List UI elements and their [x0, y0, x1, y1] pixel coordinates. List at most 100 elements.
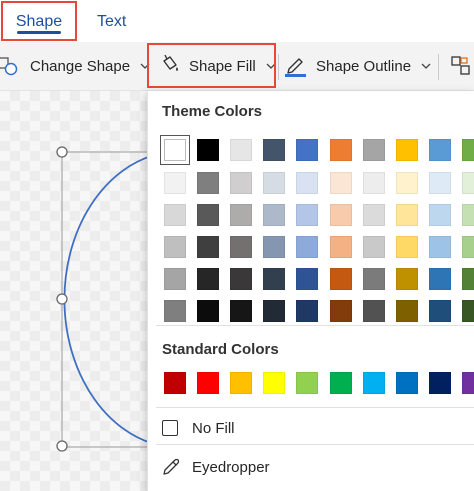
color-swatch[interactable]	[159, 135, 190, 165]
theme-color-row	[158, 199, 474, 231]
color-swatch[interactable]	[263, 236, 286, 258]
ribbon-tabs: Shape Text	[0, 0, 474, 42]
color-swatch[interactable]	[163, 236, 186, 258]
color-swatch[interactable]	[462, 139, 474, 161]
color-swatch[interactable]	[163, 172, 186, 194]
color-swatch[interactable]	[429, 172, 452, 194]
color-swatch[interactable]	[429, 236, 452, 258]
color-swatch[interactable]	[196, 300, 219, 322]
menu-divider	[156, 444, 474, 445]
color-swatch[interactable]	[395, 172, 418, 194]
arrange-icon[interactable]	[450, 55, 472, 77]
change-shape-label: Change Shape	[30, 57, 131, 75]
color-swatch[interactable]	[229, 139, 252, 161]
color-swatch[interactable]	[263, 372, 286, 394]
color-swatch[interactable]	[229, 236, 252, 258]
color-swatch[interactable]	[296, 236, 319, 258]
color-swatch[interactable]	[329, 372, 352, 394]
arc-shape	[63, 152, 160, 447]
theme-color-row	[158, 134, 474, 167]
color-swatch[interactable]	[362, 236, 385, 258]
color-swatch[interactable]	[462, 372, 474, 394]
color-swatch[interactable]	[429, 300, 452, 322]
color-swatch[interactable]	[429, 372, 452, 394]
color-swatch[interactable]	[196, 172, 219, 194]
selected-shape[interactable]	[0, 91, 160, 491]
toolbar-separator	[278, 54, 279, 80]
resize-handle[interactable]	[56, 146, 68, 158]
color-swatch[interactable]	[462, 300, 474, 322]
color-swatch[interactable]	[395, 139, 418, 161]
color-swatch[interactable]	[296, 300, 319, 322]
color-swatch[interactable]	[163, 204, 186, 226]
color-swatch[interactable]	[263, 204, 286, 226]
color-swatch[interactable]	[196, 268, 219, 290]
color-swatch[interactable]	[395, 372, 418, 394]
no-fill-option[interactable]: No Fill	[162, 415, 235, 441]
color-swatch[interactable]	[329, 300, 352, 322]
color-swatch[interactable]	[429, 204, 452, 226]
color-swatch[interactable]	[362, 204, 385, 226]
color-swatch[interactable]	[395, 300, 418, 322]
no-fill-label: No Fill	[192, 419, 235, 437]
color-swatch[interactable]	[362, 268, 385, 290]
theme-color-row	[158, 263, 474, 295]
resize-handle[interactable]	[56, 293, 68, 305]
color-swatch[interactable]	[329, 139, 352, 161]
shape-fill-dropdown: Theme Colors Standard Colors No Fill Eye…	[147, 91, 474, 491]
menu-divider	[156, 325, 474, 326]
resize-handle[interactable]	[56, 440, 68, 452]
color-swatch[interactable]	[163, 372, 186, 394]
change-shape-icon	[0, 57, 18, 76]
color-swatch[interactable]	[329, 236, 352, 258]
color-swatch[interactable]	[462, 268, 474, 290]
color-swatch[interactable]	[296, 372, 319, 394]
color-swatch[interactable]	[462, 172, 474, 194]
tab-text[interactable]: Text	[97, 0, 137, 38]
color-swatch[interactable]	[229, 172, 252, 194]
color-swatch[interactable]	[163, 300, 186, 322]
color-swatch[interactable]	[263, 268, 286, 290]
color-swatch[interactable]	[429, 139, 452, 161]
color-swatch[interactable]	[196, 236, 219, 258]
color-swatch[interactable]	[329, 172, 352, 194]
color-swatch[interactable]	[395, 268, 418, 290]
shape-outline-button[interactable]: Shape Outline	[284, 42, 431, 90]
color-swatch[interactable]	[163, 268, 186, 290]
theme-color-row	[158, 231, 474, 263]
change-shape-button[interactable]: Change Shape	[0, 42, 150, 90]
color-swatch[interactable]	[462, 204, 474, 226]
color-swatch[interactable]	[296, 139, 319, 161]
eyedropper-option[interactable]: Eyedropper	[162, 454, 270, 480]
color-swatch[interactable]	[263, 300, 286, 322]
color-swatch[interactable]	[362, 139, 385, 161]
eyedropper-label: Eyedropper	[192, 458, 270, 476]
color-swatch[interactable]	[196, 372, 219, 394]
color-swatch[interactable]	[362, 372, 385, 394]
color-swatch[interactable]	[229, 268, 252, 290]
color-swatch[interactable]	[362, 172, 385, 194]
color-swatch[interactable]	[462, 236, 474, 258]
color-swatch[interactable]	[196, 139, 219, 161]
color-swatch[interactable]	[395, 236, 418, 258]
color-swatch[interactable]	[263, 172, 286, 194]
theme-color-grid	[158, 134, 474, 327]
eyedropper-icon	[163, 458, 180, 475]
color-swatch[interactable]	[296, 172, 319, 194]
no-fill-box-icon	[162, 420, 178, 436]
color-swatch[interactable]	[362, 300, 385, 322]
color-swatch[interactable]	[329, 204, 352, 226]
color-swatch[interactable]	[229, 372, 252, 394]
color-swatch[interactable]	[229, 300, 252, 322]
color-swatch[interactable]	[263, 139, 286, 161]
highlight-box-shape-fill	[147, 43, 276, 88]
color-swatch[interactable]	[429, 268, 452, 290]
standard-colors-heading: Standard Colors	[162, 341, 279, 358]
standard-color-row	[158, 367, 474, 399]
color-swatch[interactable]	[196, 204, 219, 226]
color-swatch[interactable]	[229, 204, 252, 226]
color-swatch[interactable]	[329, 268, 352, 290]
color-swatch[interactable]	[395, 204, 418, 226]
color-swatch[interactable]	[296, 204, 319, 226]
color-swatch[interactable]	[296, 268, 319, 290]
